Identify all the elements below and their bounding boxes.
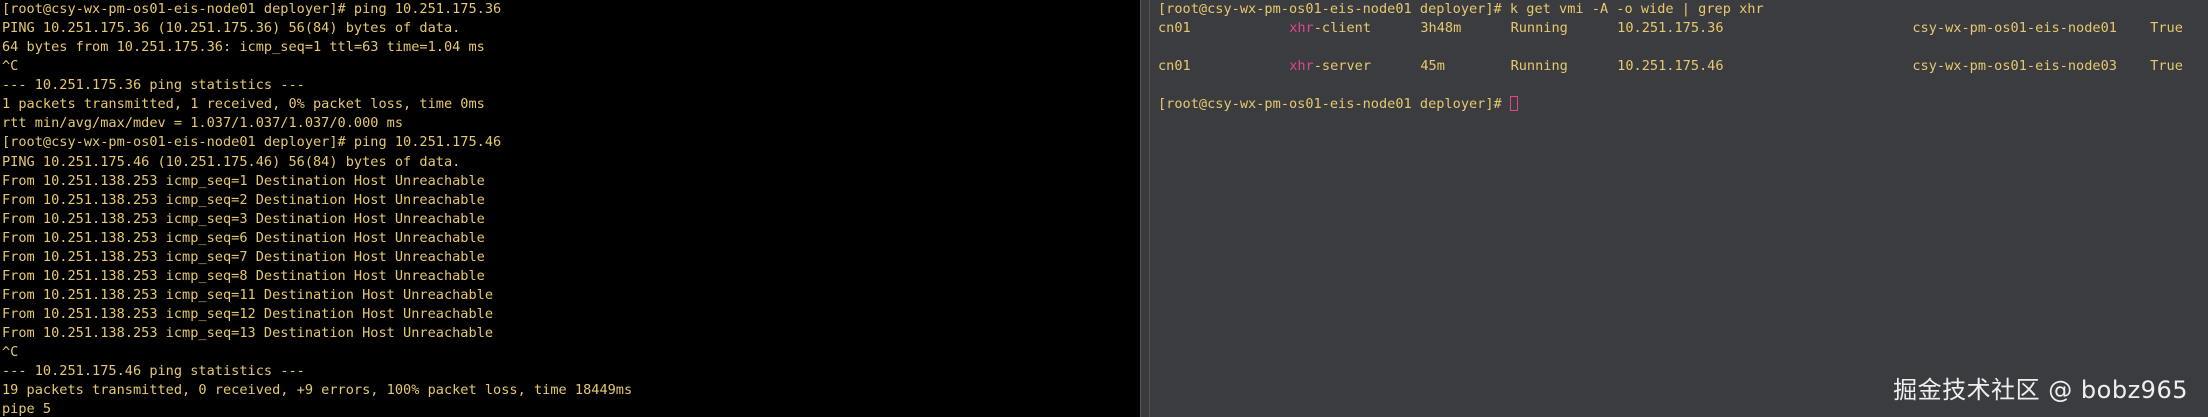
vmi-name-cell: xhr-client (1289, 19, 1420, 38)
pane-divider[interactable] (1140, 0, 1150, 417)
terminal-line: --- 10.251.175.46 ping statistics --- (2, 363, 305, 380)
kubectl-command-line: [root@csy-wx-pm-os01-eis-node01 deployer… (1158, 1, 1764, 17)
vmi-ready-cell: True (2150, 58, 2183, 75)
vmi-node-cell: csy-wx-pm-os01-eis-node01 (1912, 20, 2117, 37)
vmi-name-suffix: -client (1313, 20, 1372, 37)
grep-match-highlight: xhr (1289, 20, 1314, 37)
terminal-line: PING 10.251.175.36 (10.251.175.36) 56(84… (2, 20, 461, 37)
vmi-age-cell: 45m (1420, 58, 1445, 75)
vmi-ready-cell: True (2150, 20, 2183, 37)
vmi-name-suffix: -server (1313, 58, 1372, 75)
vmi-phase-cell: Running (1510, 20, 1568, 37)
vmi-namespace-cell: cn01 (1158, 58, 1191, 75)
vmi-node-cell: csy-wx-pm-os01-eis-node03 (1912, 58, 2117, 75)
shell-prompt: [root@csy-wx-pm-os01-eis-node01 deployer… (1158, 96, 1510, 113)
terminal-line: rtt min/avg/max/mdev = 1.037/1.037/1.037… (2, 115, 404, 132)
vmi-table-row: cn01 xhr-server 45m Running 10.251.175.46 csy… (1158, 57, 2208, 76)
vmi-name-cell: xhr-server (1289, 57, 1420, 76)
terminal-line: 1 packets transmitted, 1 received, 0% pa… (2, 96, 485, 113)
vmi-ip-cell: 10.251.175.36 (1617, 20, 1724, 37)
vmi-namespace-cell: cn01 (1158, 20, 1191, 37)
terminal-line: From 10.251.138.253 icmp_seq=8 Destinati… (2, 267, 485, 284)
vmi-table-row: cn01 xhr-client 3h48m Running 10.251.175.36 c… (1158, 19, 2208, 38)
vmi-ip-cell: 10.251.175.46 (1617, 58, 1724, 75)
watermark-text: 掘金技术社区 @ bobz965 (1893, 376, 2188, 404)
vmi-phase-cell: Running (1510, 58, 1568, 75)
terminal-line: From 10.251.138.253 icmp_seq=3 Destinati… (2, 210, 485, 227)
left-terminal-pane[interactable]: [root@csy-wx-pm-os01-eis-node01 deployer… (0, 0, 1140, 417)
terminal-line: ^C (2, 344, 19, 361)
terminal-line: From 10.251.138.253 icmp_seq=13 Destinat… (2, 325, 494, 342)
terminal-line: 19 packets transmitted, 0 received, +9 e… (2, 382, 633, 399)
terminal-line: From 10.251.138.253 icmp_seq=12 Destinat… (2, 306, 494, 322)
terminal-line: ^C (2, 58, 19, 75)
vmi-table: cn01 xhr-client 3h48m Running 10.251.175.36 c… (1158, 19, 2208, 95)
terminal-line: 64 bytes from 10.251.175.36: icmp_seq=1 … (2, 39, 485, 56)
grep-match-highlight: xhr (1289, 58, 1314, 75)
terminal-line: --- 10.251.175.36 ping statistics --- (2, 77, 305, 94)
terminal-line: From 10.251.138.253 icmp_seq=2 Destinati… (2, 191, 485, 208)
shell-prompt-line[interactable]: [root@csy-wx-pm-os01-eis-node01 deployer… (1158, 95, 2208, 114)
terminal-line: [root@csy-wx-pm-os01-eis-node01 deployer… (2, 134, 502, 151)
terminal-line: From 10.251.138.253 icmp_seq=6 Destinati… (2, 229, 485, 246)
right-terminal-pane[interactable]: [root@csy-wx-pm-os01-eis-node01 deployer… (1150, 0, 2208, 417)
terminal-line: From 10.251.138.253 icmp_seq=1 Destinati… (2, 172, 485, 189)
terminal-line: pipe 5 (2, 401, 52, 417)
left-terminal-output: [root@csy-wx-pm-os01-eis-node01 deployer… (2, 0, 1140, 417)
terminal-line: PING 10.251.175.46 (10.251.175.46) 56(84… (2, 153, 461, 170)
vmi-age-cell: 3h48m (1420, 20, 1462, 37)
terminal-line: [root@csy-wx-pm-os01-eis-node01 deployer… (2, 1, 502, 17)
screen: [root@csy-wx-pm-os01-eis-node01 deployer… (0, 0, 2208, 417)
terminal-line: From 10.251.138.253 icmp_seq=11 Destinat… (2, 286, 494, 303)
terminal-line: From 10.251.138.253 icmp_seq=7 Destinati… (2, 248, 485, 265)
terminal-cursor (1509, 96, 1518, 112)
